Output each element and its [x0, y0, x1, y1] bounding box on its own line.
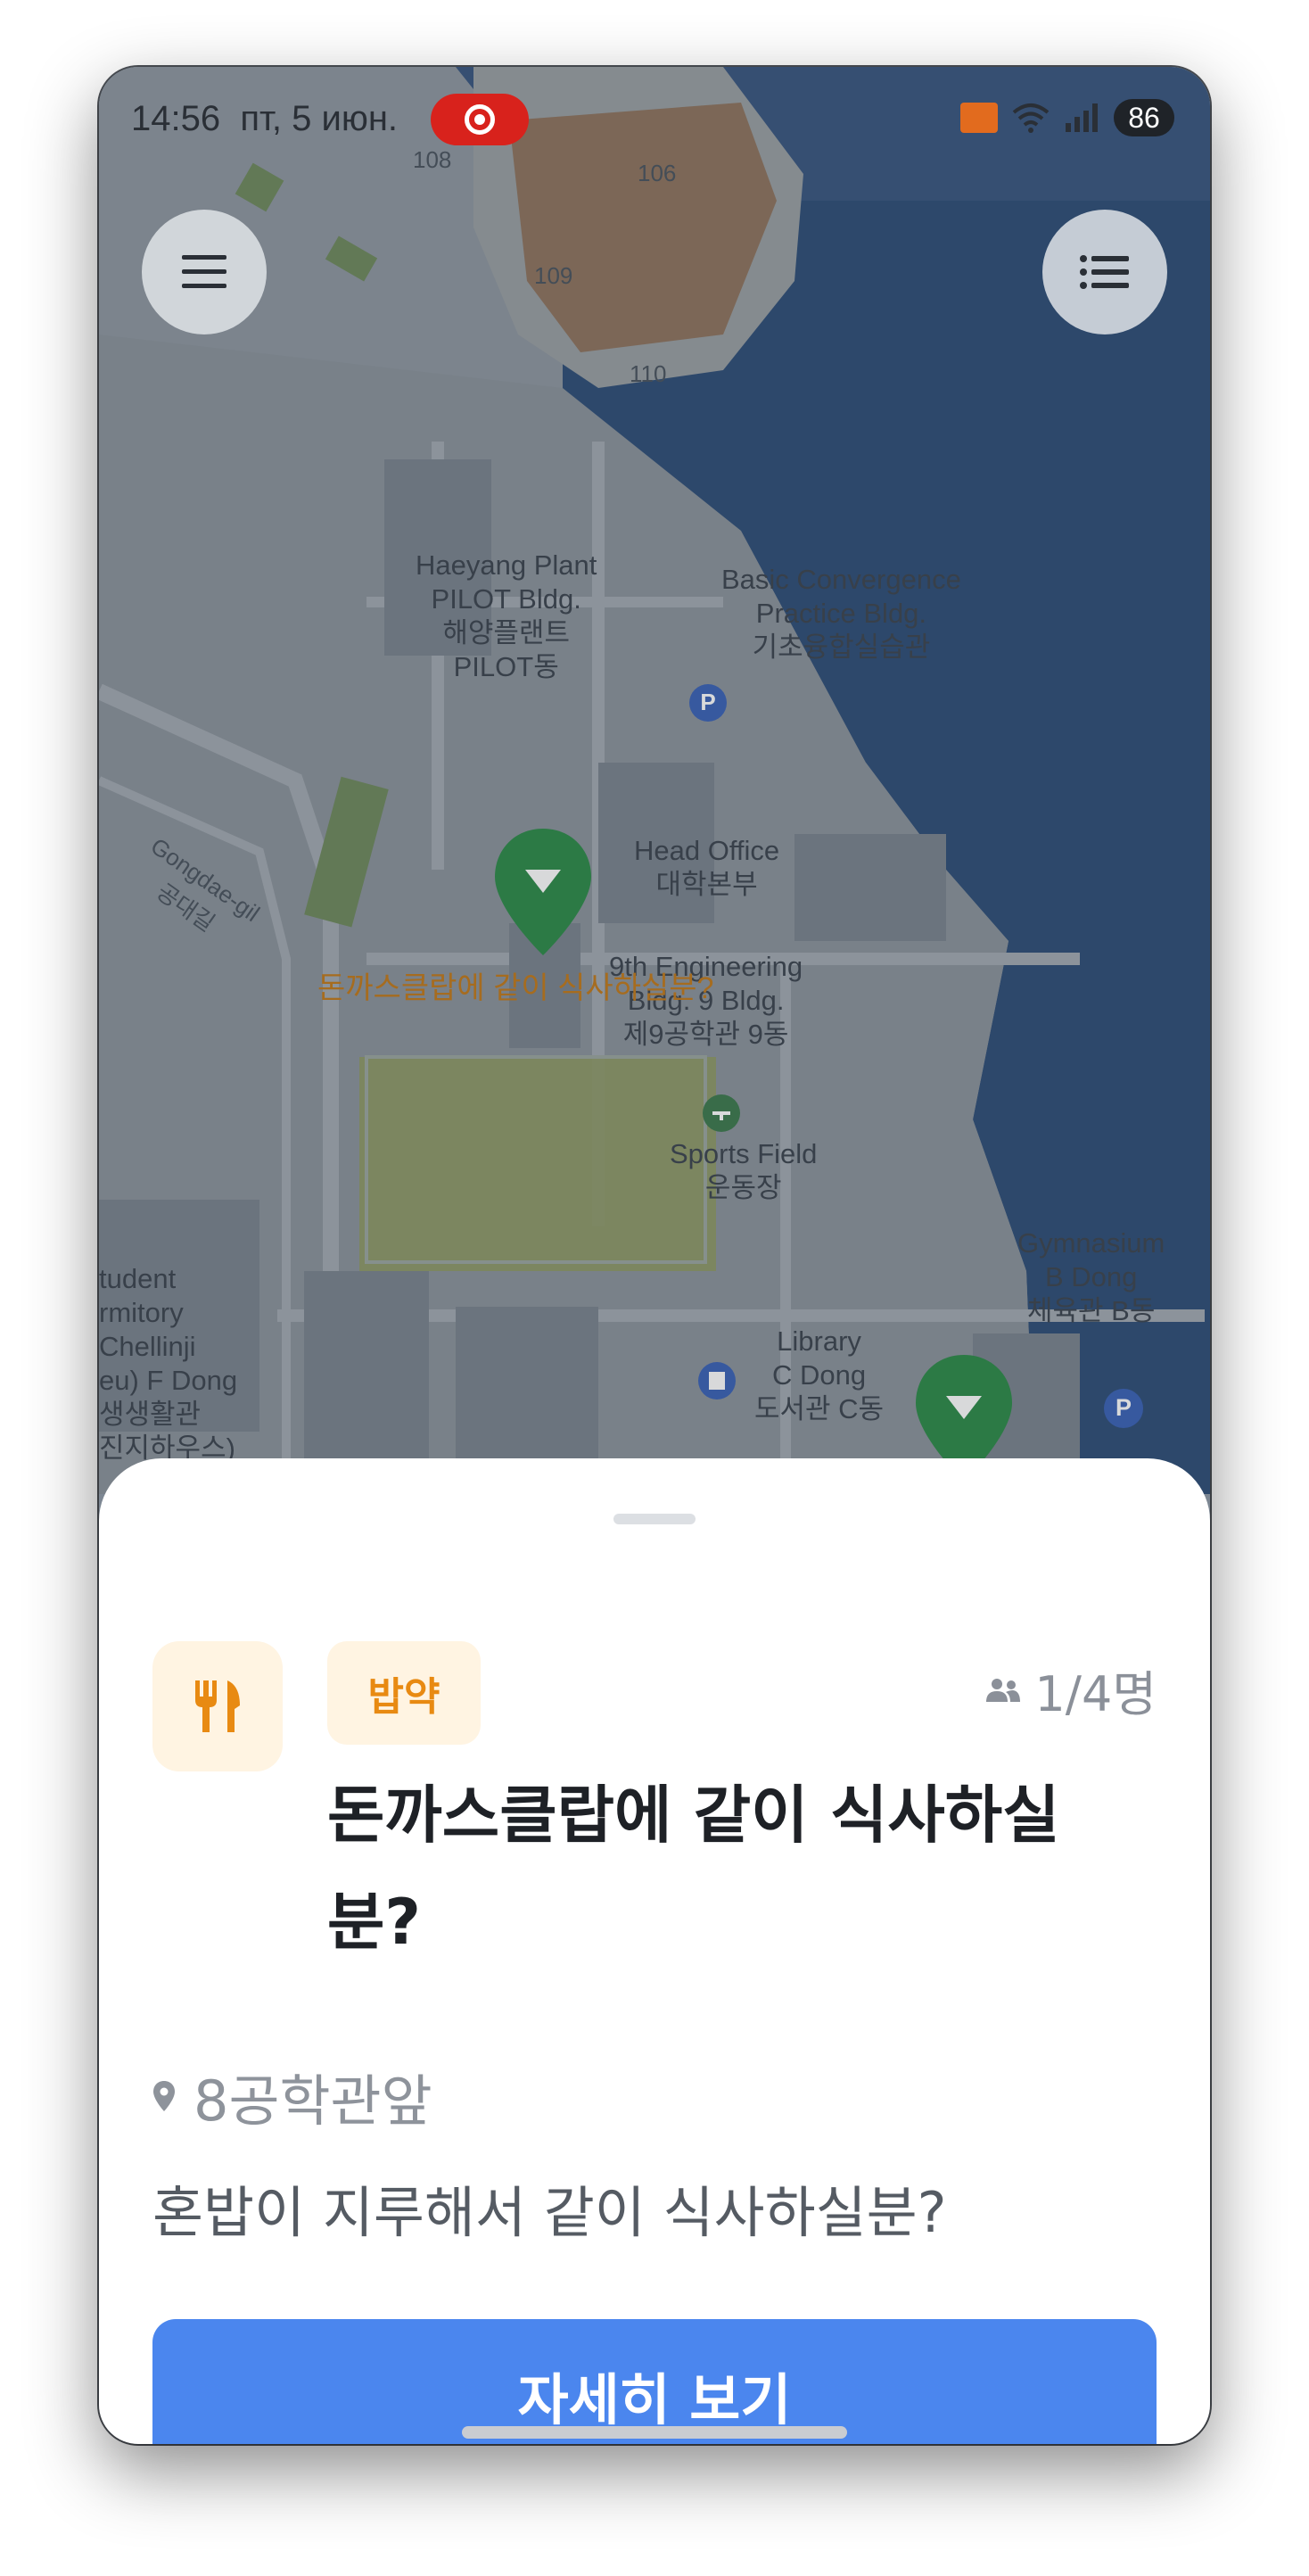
gesture-home-bar[interactable] [462, 2426, 847, 2439]
status-time: 14:56 пт, 5 июн. [131, 99, 399, 138]
map-label-library: Library C Dong 도서관 C동 [754, 1325, 885, 1424]
menu-button[interactable] [142, 210, 267, 334]
svg-text:P: P [1116, 1394, 1132, 1421]
participant-count: 1/4명 [984, 1655, 1157, 1725]
wifi-icon [1012, 103, 1050, 133]
view-details-button[interactable]: 자세히 보기 [152, 2319, 1157, 2444]
status-bar: 14:56 пт, 5 июн. 86 [99, 67, 1210, 165]
location-pin-icon [153, 2081, 175, 2111]
cast-icon [960, 103, 998, 133]
map-label-gymnasium: Gymnasium B Dong 체육관 B동 [1017, 1227, 1165, 1326]
post-location: 8공학관앞 [152, 2056, 432, 2136]
list-icon [1080, 255, 1129, 289]
map-label-109: 109 [534, 262, 573, 289]
parking-icon: P [689, 684, 727, 722]
map-label-basic-convergence: Basic Convergence Practice Bldg. 기초융합실습관 [721, 564, 961, 663]
status-icons: 86 [960, 99, 1174, 136]
battery-indicator: 86 [1114, 99, 1174, 136]
category-badge: 밥약 [327, 1641, 481, 1745]
post-description: 혼밥이 지루해서 같이 식사하실분? [152, 2180, 947, 2245]
map-label-head-office: Head Office 대학본부 [634, 835, 780, 900]
signal-icon [1066, 103, 1098, 132]
people-icon [986, 1678, 1021, 1702]
map-marker-selected[interactable] [490, 825, 597, 959]
map-marker-title[interactable]: 돈까스클랍에 같이 식사하실분? [317, 971, 713, 1005]
post-location-text: 8공학관앞 [193, 2068, 432, 2134]
map-label-110: 110 [630, 360, 667, 387]
fork-knife-icon [195, 1680, 240, 1732]
phone-frame: 108 106 109 110 Haeyang Plant PILOT Bldg… [99, 67, 1210, 2444]
participant-count-text: 1/4명 [1034, 1666, 1157, 1722]
map-label-sports-field: Sports Field 운동장 [670, 1138, 818, 1203]
category-icon-box [152, 1641, 283, 1771]
map-label-haeyang: Haeyang Plant PILOT Bldg. 해양플랜트 PILOT동 [416, 549, 597, 682]
screen-record-indicator[interactable] [431, 94, 529, 145]
parking-icon-2: P [1104, 1389, 1143, 1428]
sheet-drag-handle[interactable] [613, 1514, 696, 1524]
library-icon [698, 1362, 736, 1399]
map-label-student-dormitory: tudent rmitory Chellinji eu) F Dong 생생활관… [99, 1263, 238, 1464]
svg-text:P: P [700, 689, 715, 715]
post-title: 돈까스클랍에 같이 식사하실 분? [327, 1779, 1060, 1959]
hamburger-menu-icon [182, 255, 226, 288]
list-view-button[interactable] [1042, 210, 1167, 334]
detail-bottom-sheet[interactable]: 밥약 1/4명 돈까스클랍에 같이 식사하실 분? 8공학관앞 혼밥이 지루해서… [99, 1458, 1210, 2444]
